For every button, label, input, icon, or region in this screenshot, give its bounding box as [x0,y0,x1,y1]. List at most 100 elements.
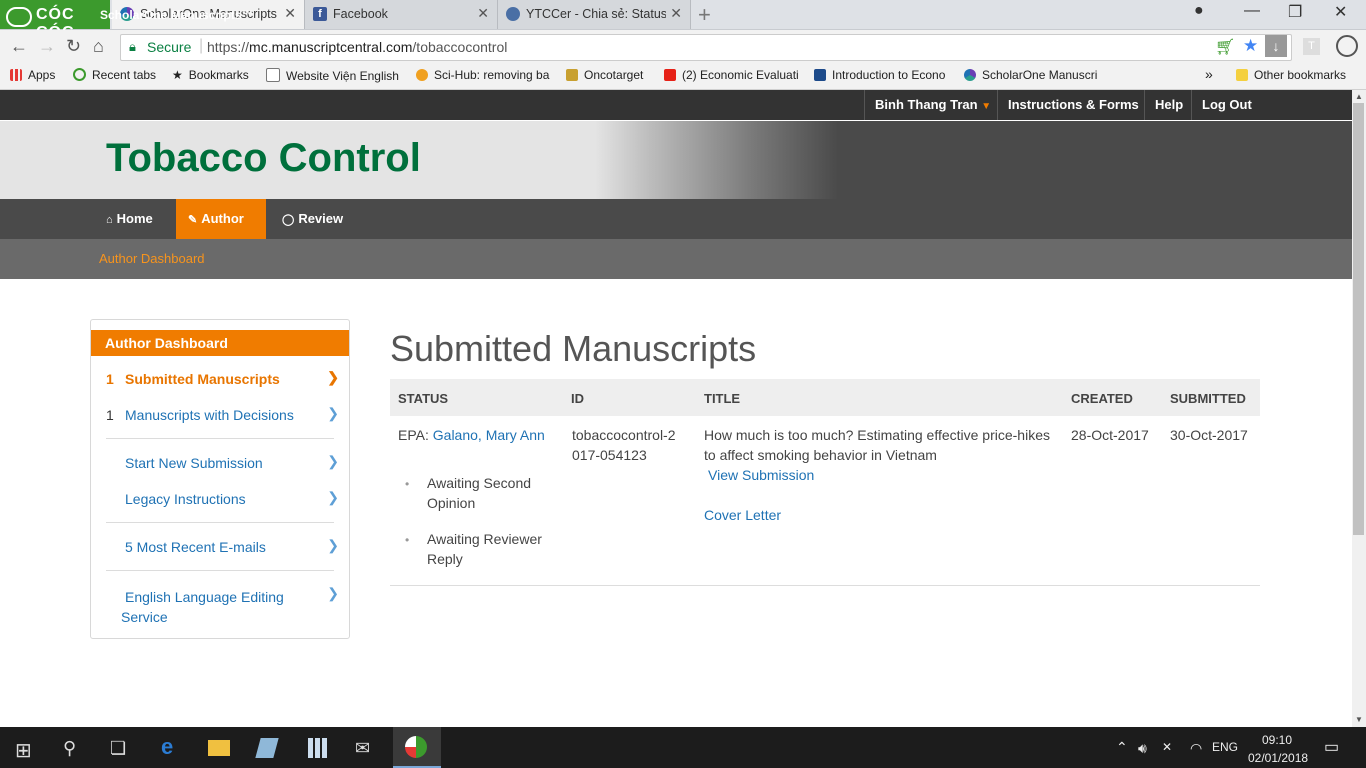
input-method-icon[interactable]: ✕ [1162,740,1172,754]
nav-label: Review [298,211,344,226]
chevron-right-icon: ❯ [327,453,339,469]
maximize-icon[interactable]: ❐ [1288,2,1302,22]
reload-icon[interactable]: ↻ [66,36,81,57]
task-view-icon[interactable]: ❏ [110,738,126,759]
item-label: English Language Editing Service [121,589,284,625]
logout-link[interactable]: Log Out [1191,90,1262,120]
secure-label: Secure [147,39,192,55]
close-icon[interactable]: ✕ [477,5,489,22]
forward-icon[interactable]: → [38,36,56,57]
column-header-id: ID [571,391,584,406]
other-bookmarks[interactable]: Other bookmarks [1236,68,1346,82]
nav-author[interactable]: ✎ Author [176,199,266,239]
home-icon: ⌂ [106,214,113,226]
star-icon[interactable]: ★ [1243,36,1258,56]
youtube-icon [664,69,676,81]
chevron-up-icon[interactable]: ⌃ [1116,739,1128,756]
url-domain: mc.manuscriptcentral.com [249,39,413,55]
nav-review[interactable]: ◯ Review [270,199,355,239]
bookmark-economic-evaluation[interactable]: (2) Economic Evaluati [664,68,800,82]
editor-link[interactable]: Galano, Mary Ann [433,427,545,443]
item-label: Manuscripts with Decisions [125,407,294,423]
clock-date[interactable]: 02/01/2018 [1248,751,1308,765]
minimize-icon[interactable]: — [1244,2,1260,20]
chevron-right-icon: ❯ [327,537,339,553]
file-explorer-icon[interactable] [208,740,230,756]
column-header-submitted: SUBMITTED [1170,391,1246,406]
user-name: Binh Thang Tran [875,97,978,112]
item-label: Legacy Instructions [125,491,246,507]
windows-start-icon[interactable]: ⊞ [15,738,32,763]
status-cell: EPA: Galano, Mary Ann [398,425,545,445]
scroll-up-icon[interactable]: ▲ [1355,92,1363,101]
calculator-icon[interactable] [308,738,328,758]
profile-icon[interactable]: ● [1194,2,1204,20]
search-icon[interactable]: ⚲ [63,738,76,759]
instructions-forms-link[interactable]: Instructions & Forms [997,90,1149,120]
table-header: STATUS ID TITLE CREATED SUBMITTED [390,379,1260,416]
mail-icon[interactable]: ✉ [355,738,370,759]
nav-home[interactable]: ⌂ Home [94,199,165,239]
bookmarks-overflow-button[interactable]: » [1205,66,1213,82]
nav-label: Author [201,211,244,226]
ytccer-icon [506,7,520,21]
manuscript-title: How much is too much? Estimating effecti… [704,427,1050,463]
bookmark-bookmarks[interactable]: ★ Bookmarks [172,68,249,82]
nav-label: Home [116,211,153,226]
chevron-right-icon: ❯ [327,585,339,601]
cart-icon[interactable]: 🛒︎ [1215,37,1235,57]
submitted-date: 30-Oct-2017 [1170,427,1248,443]
bookmark-vien-english[interactable]: Website Viện English [266,68,400,83]
home-page-icon[interactable]: ⌂ [93,36,104,57]
clock-time[interactable]: 09:10 [1262,733,1292,747]
back-icon[interactable]: ← [10,36,28,57]
bookmark-scholarone[interactable]: ScholarOne Manuscri [964,68,1100,82]
bookmark-label: Recent tabs [92,68,157,82]
cover-letter-link[interactable]: Cover Letter [704,505,781,525]
close-icon[interactable]: ✕ [284,5,296,22]
scroll-down-icon[interactable]: ▼ [1355,715,1363,724]
bookmark-label: Other bookmarks [1254,68,1347,82]
chevron-right-icon: ❯ [327,369,339,385]
bookmark-label: Sci-Hub: removing ba [434,68,550,82]
tab-label: Facebook [333,7,388,21]
wifi-icon[interactable]: ◠ [1190,740,1202,757]
bookmark-recent-tabs[interactable]: Recent tabs [73,68,156,82]
bookmark-oncotarget[interactable]: Oncotarget [566,68,643,82]
profile-avatar[interactable]: T [1303,38,1320,55]
bookmark-label: Oncotarget [584,68,644,82]
url-text[interactable]: https://mc.manuscriptcentral.com/tobacco… [207,39,507,55]
item-label: Submitted Manuscripts [125,371,280,387]
edge-icon[interactable]: e [161,734,173,760]
divider [106,522,334,523]
column-header-created: CREATED [1071,391,1133,406]
address-bar[interactable]: 🔒︎ Secure | https://mc.manuscriptcentral… [120,34,1292,61]
coccoc-menu-icon[interactable] [1336,35,1358,57]
bookmark-intro-economics[interactable]: Introduction to Econo [814,68,950,82]
close-icon[interactable]: ✕ [670,5,682,22]
volume-icon[interactable]: 🔊︎ [1138,740,1147,757]
bullet-icon: • [405,533,410,547]
user-menu[interactable]: Binh Thang Tran ▼ [864,90,1001,120]
bookmark-scihub[interactable]: Sci-Hub: removing ba [416,68,552,82]
coccoc-logo[interactable]: CÓC CÓC [0,0,110,41]
cdc-icon [814,69,826,81]
status-prefix: EPA: [398,427,429,443]
bookmark-apps[interactable]: Apps [10,68,55,82]
help-link[interactable]: Help [1144,90,1193,120]
coccoc-taskbar-button[interactable] [393,727,441,768]
browser-tab-facebook[interactable]: f Facebook ✕ [305,0,498,29]
language-indicator[interactable]: ENG [1212,740,1238,754]
view-submission-link[interactable]: View Submission [708,465,814,485]
item-label: Start New Submission [125,455,263,471]
browser-tab-ytccer[interactable]: YTCCer - Chia sẻ: Status fo ✕ [498,0,691,29]
new-tab-button[interactable]: + [698,2,711,28]
row-divider [390,585,1260,586]
scrollbar-thumb[interactable] [1353,103,1364,535]
close-window-icon[interactable]: ✕ [1334,2,1347,22]
bookmark-label: Introduction to Econo [832,68,946,82]
status-item: Awaiting Second Opinion [427,475,532,511]
download-icon[interactable]: ↓ [1265,35,1287,57]
notifications-icon[interactable]: ▭ [1324,737,1339,757]
breadcrumb[interactable]: Author Dashboard [99,251,205,266]
